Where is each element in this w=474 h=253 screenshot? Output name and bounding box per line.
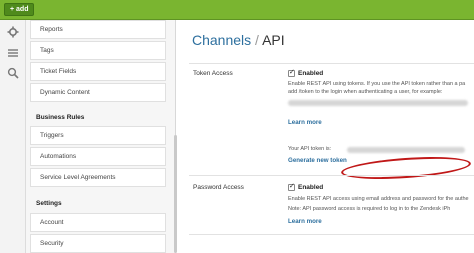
sidebar-item-reports[interactable]: Reports [30, 20, 166, 39]
token-access-learn-more-link[interactable]: Learn more [288, 119, 322, 126]
password-access-learn-more-link[interactable]: Learn more [288, 218, 322, 225]
breadcrumb: Channels / API [192, 32, 285, 48]
token-access-description-line2: add /token to the login when authenticat… [288, 89, 443, 95]
sidebar-item-tags[interactable]: Tags [30, 41, 166, 60]
search-icon[interactable] [7, 67, 19, 79]
generate-new-token-link[interactable]: Generate new token [288, 157, 347, 164]
settings-heading: Settings [36, 200, 62, 207]
top-bar: + add [0, 0, 474, 20]
token-access-label: Token Access [193, 70, 233, 77]
password-access-label: Password Access [193, 184, 244, 191]
breadcrumb-channels-link[interactable]: Channels [192, 32, 251, 48]
password-access-description-line2: Note: API password access is required to… [288, 206, 451, 212]
password-access-enabled-checkbox[interactable] [288, 182, 295, 191]
divider [189, 234, 474, 235]
divider [189, 175, 474, 176]
gear-icon[interactable] [7, 26, 19, 38]
business-rules-heading: Business Rules [36, 114, 85, 121]
token-access-enabled-checkbox[interactable] [288, 68, 295, 77]
password-access-enabled-label: Enabled [298, 184, 324, 191]
add-new-button[interactable]: + add [4, 3, 35, 16]
icon-rail [0, 20, 26, 253]
menu-icon[interactable] [7, 47, 19, 59]
page-title: API [262, 32, 285, 48]
sidebar-item-triggers[interactable]: Triggers [30, 126, 166, 145]
password-access-description-line1: Enable REST API access using email addre… [288, 196, 469, 202]
sidebar-item-security[interactable]: Security [30, 234, 166, 253]
token-access-enabled-label: Enabled [298, 70, 324, 77]
sidebar-item-account[interactable]: Account [30, 213, 166, 232]
token-access-description-line1: Enable REST API using tokens. If you use… [288, 81, 466, 87]
divider [189, 63, 474, 64]
main-content: Channels / API Token Access Enabled Enab… [177, 20, 474, 253]
redacted-api-token [347, 147, 465, 153]
sidebar-item-service-level-agreements[interactable]: Service Level Agreements [30, 168, 166, 187]
your-api-token-label: Your API token is: [288, 146, 332, 152]
sidebar-item-ticket-fields[interactable]: Ticket Fields [30, 62, 166, 81]
highlight-circle [340, 153, 472, 183]
redacted-example [288, 100, 468, 106]
breadcrumb-separator: / [255, 32, 259, 48]
sidebar-item-dynamic-content[interactable]: Dynamic Content [30, 83, 166, 102]
admin-sidebar: Reports Tags Ticket Fields Dynamic Conte… [26, 20, 176, 253]
sidebar-item-automations[interactable]: Automations [30, 147, 166, 166]
